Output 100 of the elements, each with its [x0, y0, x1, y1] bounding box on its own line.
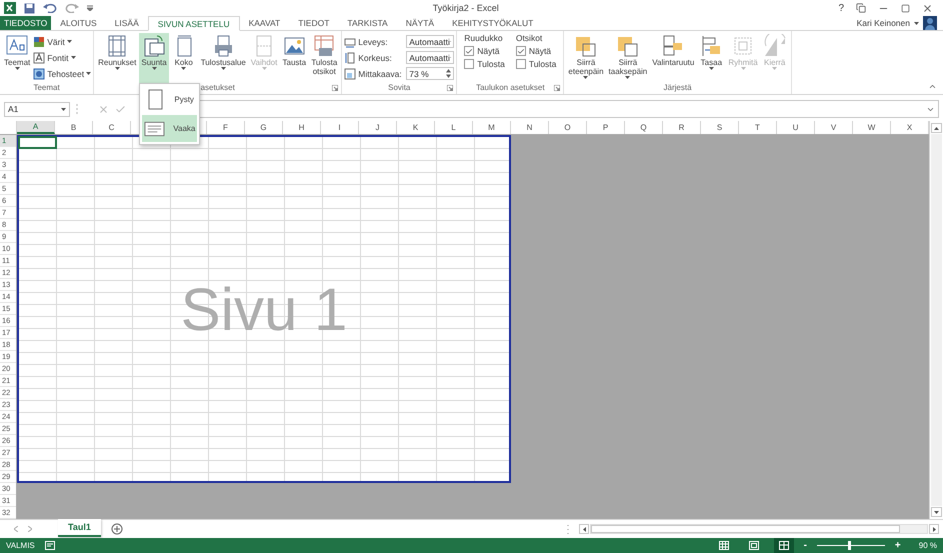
- button-label: Koko: [174, 58, 193, 68]
- fonts-icon: [33, 52, 46, 64]
- height-icon: [344, 52, 356, 64]
- close-icon[interactable]: [922, 2, 933, 14]
- zoom-in-button[interactable]: +: [894, 540, 901, 551]
- save-icon[interactable]: [24, 2, 35, 14]
- ribbon-button[interactable]: Siirrä taaksepäin: [606, 33, 650, 84]
- zoom-out-button[interactable]: -: [804, 540, 807, 551]
- button-label: Tulosta: [311, 58, 338, 68]
- sheet-tab[interactable]: Taul1: [58, 519, 101, 538]
- page-number-label: Sivu 1: [180, 274, 348, 344]
- caret-icon: [14, 67, 20, 70]
- caret-icon: [625, 76, 630, 80]
- group-label: Järjestä: [662, 83, 693, 94]
- dropdown-field[interactable]: Automaatti: [406, 51, 454, 64]
- scroll-down-icon: [934, 510, 939, 514]
- field-label: Korkeus:: [358, 52, 393, 63]
- scroll-right-icon: [932, 526, 936, 532]
- group-label: Taulukon asetukset: [475, 83, 546, 94]
- ribbon-tab[interactable]: TARKISTA: [338, 16, 397, 30]
- ribbon-menu-button[interactable]: Värit: [33, 34, 92, 50]
- ribbon-display-icon[interactable]: [856, 3, 866, 14]
- ribbon-button[interactable]: Reunukset: [96, 33, 138, 84]
- window-title: Työkirja2 - Excel: [432, 3, 500, 14]
- ribbon-button[interactable]: Suunta: [139, 33, 169, 84]
- caret-icon: [708, 67, 714, 70]
- checkbox[interactable]: Tulosta: [516, 59, 556, 70]
- caret-icon: [740, 67, 746, 70]
- name-box[interactable]: A1: [4, 102, 70, 117]
- button-label: Suunta: [141, 58, 167, 68]
- button-label: Teemat: [4, 58, 30, 68]
- scroll-left-icon: [582, 526, 586, 532]
- ribbon-tab[interactable]: LISÄÄ: [106, 16, 148, 30]
- active-cell[interactable]: [18, 136, 57, 150]
- effects-icon: [33, 68, 46, 80]
- avatar-icon: [923, 16, 937, 30]
- drag-handle-icon: [76, 104, 78, 114]
- rotate-icon: [762, 34, 787, 58]
- field-label: Mittakaava:: [358, 68, 403, 79]
- zoom-level[interactable]: 90 %: [918, 541, 937, 550]
- button-label: Valintaruutu: [652, 58, 694, 68]
- ribbon-button[interactable]: Valintaruutu: [650, 33, 696, 84]
- ribbon-tab[interactable]: TIEDOT: [289, 16, 338, 30]
- checkbox[interactable]: Näytä: [464, 46, 505, 56]
- ribbon-menu-button[interactable]: Fontit: [33, 50, 92, 66]
- button-label: Siirrä: [576, 58, 596, 68]
- ribbon-button[interactable]: Tulostusalue: [198, 33, 248, 84]
- ribbon-tab[interactable]: NÄYTÄ: [396, 16, 444, 30]
- undo-icon[interactable]: [43, 3, 57, 14]
- menu-item[interactable]: Pysty: [142, 86, 198, 114]
- vertical-scrollbar[interactable]: [929, 121, 943, 520]
- page-break-view-button[interactable]: [774, 538, 794, 553]
- checkmark-icon: [516, 46, 525, 56]
- group-label: Teemat: [32, 83, 61, 94]
- ribbon-button[interactable]: Siirrä eteenpäin: [566, 33, 606, 84]
- group-label: asetukset: [200, 83, 236, 94]
- dialog-launcher-icon[interactable]: [447, 85, 454, 92]
- caret-icon: [86, 72, 92, 76]
- menu-item[interactable]: Vaaka: [142, 115, 198, 142]
- checkbox[interactable]: Tulosta: [464, 59, 505, 70]
- caret-icon: [583, 76, 588, 80]
- restore-icon[interactable]: [901, 4, 910, 13]
- ribbon-tab[interactable]: SIVUN ASETTELU: [148, 16, 240, 32]
- option-heading: Otsikot: [516, 33, 544, 44]
- caret-icon: [220, 67, 226, 70]
- ribbon-button[interactable]: Tasaa: [697, 33, 726, 84]
- file-tab[interactable]: TIEDOSTO: [0, 16, 52, 30]
- button-label: Kierrä: [764, 58, 786, 68]
- caret-icon: [114, 67, 120, 70]
- ribbon-tab[interactable]: KAAVAT: [240, 16, 290, 30]
- button-label: Tausta: [282, 58, 306, 68]
- caret-icon: [61, 108, 66, 111]
- ribbon-tab[interactable]: KEHITYSTYÖKALUT: [443, 16, 542, 30]
- button-label: eteenpäin: [568, 67, 604, 76]
- dialog-launcher-icon[interactable]: [332, 85, 338, 92]
- caret-icon: [152, 67, 157, 70]
- ribbon-button[interactable]: Tausta: [280, 33, 308, 84]
- ribbon-button[interactable]: Tulosta otsikot: [309, 33, 340, 84]
- print-titles-icon: [312, 34, 336, 58]
- dropdown-caret-icon: [914, 22, 919, 25]
- dialog-launcher-icon[interactable]: [554, 85, 560, 92]
- dropdown-field[interactable]: Automaatti: [406, 35, 454, 48]
- horizontal-scrollbar[interactable]: [579, 523, 939, 536]
- button-label: taaksepäin: [608, 67, 648, 76]
- ribbon-button[interactable]: Koko: [170, 33, 198, 84]
- macro-record-icon[interactable]: [44, 541, 55, 550]
- status-text: VALMIS: [6, 541, 35, 550]
- user-name[interactable]: Kari Keinonen: [856, 18, 910, 28]
- ribbon-menu-button[interactable]: Tehosteet: [33, 66, 92, 82]
- ribbon-button[interactable]: Teemat: [2, 33, 32, 84]
- ribbon-tab[interactable]: ALOITUS: [51, 16, 106, 30]
- add-sheet-icon[interactable]: [110, 523, 123, 536]
- caret-icon: [66, 40, 72, 44]
- button-label: Tulostusalue: [200, 58, 246, 68]
- customize-toolbar-icon[interactable]: [87, 5, 93, 12]
- help-button[interactable]: ?: [838, 2, 844, 14]
- column-header[interactable]: A: [17, 121, 55, 134]
- checkbox[interactable]: Näytä: [516, 46, 556, 56]
- spin-field[interactable]: 73 %: [406, 67, 454, 80]
- scale-icon: [344, 68, 356, 80]
